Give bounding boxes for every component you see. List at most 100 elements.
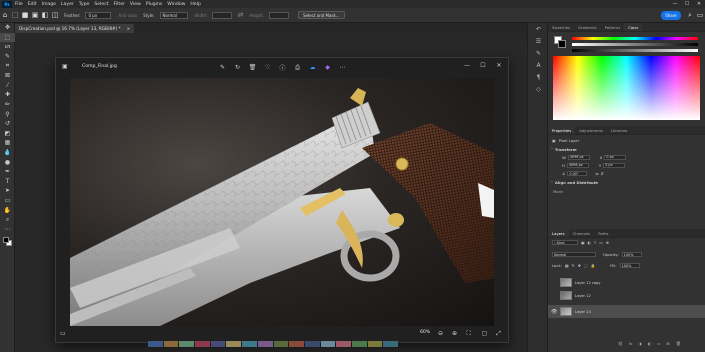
menu-plugins[interactable]: Plugins bbox=[146, 2, 162, 7]
lock-paint-icon[interactable]: ✎ bbox=[572, 263, 575, 268]
blur-tool-icon[interactable]: 💧 bbox=[0, 148, 15, 158]
cloud-icon[interactable]: ☁ bbox=[308, 63, 317, 72]
tab-patterns[interactable]: Patterns bbox=[601, 23, 625, 31]
type-tool-icon[interactable]: T bbox=[0, 177, 15, 187]
blend-mode-select[interactable]: Normal bbox=[552, 252, 596, 257]
width-input[interactable] bbox=[212, 11, 233, 19]
eye-icon[interactable]: 👁 bbox=[551, 309, 557, 315]
filmstrip-icon[interactable]: ▭ bbox=[60, 330, 66, 337]
menu-view[interactable]: View bbox=[130, 2, 141, 7]
angle-input[interactable]: 0.00° bbox=[567, 171, 588, 176]
stamp-tool-icon[interactable]: ⚲ bbox=[0, 109, 15, 119]
document-tab[interactable]: DispCreation.psd @ 16.7% (Layer 13, RGB/… bbox=[15, 24, 135, 33]
layer-row[interactable]: Layer 12 bbox=[548, 289, 705, 302]
history-icon[interactable]: ↶ bbox=[528, 23, 549, 35]
flip-horizontal-icon[interactable]: ⇋ bbox=[595, 171, 598, 176]
character-icon[interactable]: A bbox=[528, 59, 549, 71]
new-layer-icon[interactable]: ⊞ bbox=[667, 341, 670, 346]
hand-tool-icon[interactable]: ✋ bbox=[0, 205, 15, 215]
copilot-icon[interactable]: ◆ bbox=[323, 63, 332, 72]
transform-header[interactable]: ˅ Transform bbox=[548, 145, 705, 153]
share-button[interactable]: Share bbox=[661, 10, 681, 20]
edit-icon[interactable]: ✎ bbox=[218, 63, 227, 72]
properties-icon[interactable]: ☰ bbox=[528, 35, 549, 47]
menu-image[interactable]: Image bbox=[42, 2, 56, 7]
brightness-slider[interactable] bbox=[572, 49, 698, 52]
intersect-selection-icon[interactable]: ◫ bbox=[50, 10, 60, 20]
tab-channels[interactable]: Channels bbox=[569, 229, 595, 237]
filter-smart-icon[interactable]: ⊕ bbox=[606, 240, 609, 245]
filter-pixel-icon[interactable]: ▣ bbox=[581, 240, 585, 245]
eraser-tool-icon[interactable]: ◩ bbox=[0, 129, 15, 139]
document-tab-close[interactable]: × bbox=[127, 26, 131, 31]
gallery-icon[interactable]: ▣ bbox=[62, 63, 68, 70]
menu-filter[interactable]: Filter bbox=[114, 2, 125, 7]
height-input[interactable] bbox=[269, 11, 290, 19]
fx-icon[interactable]: fx bbox=[629, 341, 633, 346]
fullscreen-icon[interactable]: ⤢ bbox=[494, 329, 503, 338]
healing-brush-icon[interactable]: ✚ bbox=[0, 90, 15, 100]
info-icon[interactable]: ⓘ bbox=[278, 63, 287, 72]
pen-tool-icon[interactable]: ✒ bbox=[0, 167, 15, 177]
tab-layers[interactable]: Layers bbox=[548, 229, 569, 237]
lock-artboard-icon[interactable]: ⬚ bbox=[584, 263, 588, 268]
swap-icon[interactable]: ⇄ bbox=[235, 10, 245, 20]
lock-pixels-icon[interactable]: ▦ bbox=[565, 263, 569, 268]
color-spectrum[interactable] bbox=[553, 56, 700, 120]
feather-input[interactable]: 0 px bbox=[85, 11, 112, 19]
link-icon[interactable]: ⛓ bbox=[618, 341, 623, 346]
h-input[interactable]: 4096 px bbox=[566, 162, 589, 168]
actual-size-icon[interactable]: ▢ bbox=[480, 329, 489, 338]
filter-type-icon[interactable]: T bbox=[594, 240, 596, 245]
favorite-icon[interactable]: ♡ bbox=[263, 63, 272, 72]
viewer-close-button[interactable]: ✕ bbox=[494, 62, 504, 69]
print-icon[interactable]: ⎙ bbox=[293, 63, 302, 72]
lasso-tool-icon[interactable]: ᔕ bbox=[0, 42, 15, 52]
frame-tool-icon[interactable]: ⊠ bbox=[0, 71, 15, 81]
tab-properties[interactable]: Properties bbox=[548, 126, 576, 134]
group-icon[interactable]: ▭ bbox=[657, 341, 661, 346]
color-swatches[interactable] bbox=[0, 234, 14, 248]
glyphs-icon[interactable]: ◇ bbox=[528, 83, 549, 95]
brush-settings-icon[interactable]: ✎ bbox=[528, 47, 549, 59]
new-selection-icon[interactable]: ■ bbox=[20, 10, 30, 20]
mask-icon[interactable]: ◑ bbox=[638, 341, 641, 346]
move-tool-icon[interactable]: ✥ bbox=[0, 23, 15, 33]
menu-help[interactable]: Help bbox=[190, 2, 200, 7]
antialias-label[interactable]: Anti-alias bbox=[118, 13, 137, 18]
path-select-icon[interactable]: ➤ bbox=[0, 186, 15, 196]
opacity-input[interactable]: 100% bbox=[621, 252, 642, 257]
lock-all-icon[interactable]: 🔒 bbox=[591, 263, 596, 268]
zoom-out-icon[interactable]: ⊖ bbox=[436, 329, 445, 338]
zoom-tool-icon[interactable]: ⌕ bbox=[0, 215, 15, 225]
menu-type[interactable]: Type bbox=[79, 2, 90, 7]
x-input[interactable]: 0 px bbox=[604, 154, 627, 160]
tab-libraries[interactable]: Libraries bbox=[607, 126, 631, 134]
viewer-minimize-button[interactable]: — bbox=[462, 62, 472, 69]
menu-file[interactable]: File bbox=[15, 2, 23, 7]
dodge-tool-icon[interactable]: ● bbox=[0, 157, 15, 167]
maximize-button[interactable]: ☐ bbox=[681, 1, 693, 7]
saturation-slider[interactable] bbox=[572, 43, 698, 46]
subtract-selection-icon[interactable]: ◧ bbox=[40, 10, 50, 20]
filter-adjust-icon[interactable]: ◐ bbox=[588, 240, 591, 245]
menu-select[interactable]: Select bbox=[94, 2, 108, 7]
style-select[interactable]: Normal bbox=[159, 11, 188, 19]
marquee-tool-icon[interactable]: ⬚ bbox=[0, 32, 15, 43]
quick-select-tool-icon[interactable]: ✎ bbox=[0, 52, 15, 62]
rotate-icon[interactable]: ↻ bbox=[233, 63, 242, 72]
adjustment-icon[interactable]: ◐ bbox=[648, 341, 651, 346]
foreground-color-swatch[interactable] bbox=[3, 237, 9, 244]
w-input[interactable]: 4096 px bbox=[567, 154, 590, 160]
viewer-maximize-button[interactable]: ☐ bbox=[478, 62, 488, 69]
add-selection-icon[interactable]: ▣ bbox=[30, 10, 40, 20]
crop-tool-icon[interactable]: ⌗ bbox=[0, 61, 15, 71]
zoom-in-icon[interactable]: ⊕ bbox=[450, 329, 459, 338]
tab-swatches[interactable]: Swatches bbox=[548, 23, 574, 31]
align-header[interactable]: ˅ Align and Distribute bbox=[548, 178, 705, 187]
bg-color-chip[interactable] bbox=[558, 40, 566, 48]
workspace-icon[interactable]: ▭ bbox=[695, 10, 705, 20]
filter-shape-icon[interactable]: ▭ bbox=[599, 240, 603, 245]
lock-position-icon[interactable]: ✥ bbox=[578, 263, 581, 268]
tab-adjustments[interactable]: Adjustments bbox=[575, 126, 607, 134]
